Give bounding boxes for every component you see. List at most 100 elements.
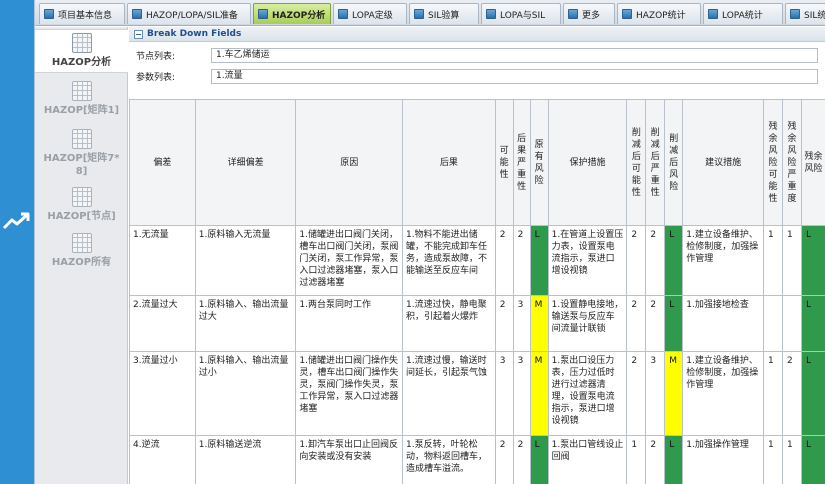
- fields-panel-header[interactable]: − Break Down Fields: [129, 27, 825, 42]
- tab-lopa-and-sil[interactable]: LOPA与SIL: [481, 3, 561, 24]
- param-label: 参数列表:: [136, 72, 176, 83]
- cell-reduced-severity[interactable]: 2: [645, 435, 666, 484]
- param-select[interactable]: 1.流量: [211, 68, 818, 84]
- cell-residual-likelihood[interactable]: 1: [763, 351, 783, 436]
- cell-severity[interactable]: 2: [512, 435, 531, 484]
- col-header-likelihood[interactable]: 可能性: [494, 99, 514, 226]
- table-row[interactable]: 3.流量过小 1.原料输入、输出流量过小 1.储罐进出口阀门操作失灵，槽车出口阀门操…: [129, 351, 825, 436]
- cell-residual-risk[interactable]: L: [800, 351, 825, 436]
- tab-more[interactable]: 更多: [563, 3, 615, 24]
- cell-residual-severity[interactable]: 1: [781, 225, 802, 296]
- tab-hazop-lopa-sil-prep[interactable]: HAZOP/LOPA/SIL准备: [127, 3, 251, 24]
- cell-reduced-likelihood[interactable]: 2: [626, 225, 647, 296]
- cell-residual-risk[interactable]: L: [800, 295, 825, 352]
- cell-residual-severity[interactable]: [781, 295, 802, 352]
- tab-project-info[interactable]: 项目基本信息: [39, 3, 125, 24]
- tab-sil-charts[interactable]: SIL统计图表: [785, 3, 825, 24]
- cell-reduced-risk[interactable]: L: [664, 295, 684, 352]
- cell-cause[interactable]: 1.储罐进出口阀门操作失灵，槽车出口阀门操作失灵，泵阀门操作失灵，泵工作异常，泵…: [295, 351, 404, 436]
- cell-severity[interactable]: 3: [512, 351, 531, 436]
- cell-recommendation[interactable]: 1.加强接地检查: [682, 295, 765, 352]
- table-row[interactable]: 4.逆流 1.原料输送逆流 1.卸汽车泵出口止回阀反向安装或没有安装 1.泵反转，叶轮…: [129, 435, 825, 484]
- collapse-icon[interactable]: −: [134, 29, 143, 39]
- cell-deviation[interactable]: 2.流量过大: [129, 295, 196, 352]
- tab-lopa-rating[interactable]: LOPA定级: [333, 3, 407, 24]
- cell-risk[interactable]: M: [529, 351, 549, 436]
- table-row[interactable]: 2.流量过大 1.原料输入、输出流量过大 1.两台泵同时工作 1.流速过快，静电聚积，…: [129, 295, 825, 352]
- cell-consequence[interactable]: 1.流速过慢，输送时间延长，引起泵气蚀: [402, 351, 496, 436]
- sidebar-item-hazop-analysis[interactable]: HAZOP分析: [35, 29, 128, 73]
- cell-residual-risk[interactable]: L: [800, 225, 825, 296]
- cell-likelihood[interactable]: 2: [494, 295, 514, 352]
- cell-reduced-risk[interactable]: L: [664, 225, 684, 296]
- col-header-reduced-severity[interactable]: 削减后严重性: [645, 99, 666, 226]
- cell-cause[interactable]: 1.两台泵同时工作: [295, 295, 404, 352]
- col-header-residual-severity[interactable]: 残余风险严重度: [781, 99, 802, 226]
- cell-risk[interactable]: M: [529, 295, 549, 352]
- col-header-risk[interactable]: 原有风险: [529, 99, 549, 226]
- cell-detail[interactable]: 1.原料输入、输出流量过大: [194, 295, 297, 352]
- tab-sil-verify[interactable]: SIL验算: [409, 3, 479, 24]
- col-header-reduced-likelihood[interactable]: 削减后可能性: [626, 99, 647, 226]
- cell-risk[interactable]: L: [529, 225, 549, 296]
- cell-detail[interactable]: 1.原料输入无流量: [194, 225, 297, 296]
- cell-protection[interactable]: 1.在管道上设置压力表，设置泵电流指示，泵进口增设视镜: [547, 225, 628, 296]
- cell-likelihood[interactable]: 2: [494, 435, 514, 484]
- col-header-consequence[interactable]: 后果: [402, 99, 496, 226]
- cell-protection[interactable]: 1.泵出口管线设止回阀: [547, 435, 628, 484]
- cell-reduced-risk[interactable]: L: [664, 435, 684, 484]
- table-row[interactable]: 1.无流量 1.原料输入无流量 1.储罐进出口阀门关闭，槽车出口阀门关闭，泵阀门关闭…: [129, 225, 825, 296]
- cell-likelihood[interactable]: 3: [494, 351, 514, 436]
- cell-reduced-severity[interactable]: 2: [645, 225, 666, 296]
- col-header-recommendation[interactable]: 建议措施: [682, 99, 765, 226]
- cell-reduced-severity[interactable]: 3: [645, 351, 666, 436]
- col-header-severity[interactable]: 后果严重性: [512, 99, 531, 226]
- cell-reduced-severity[interactable]: 2: [645, 295, 666, 352]
- cell-residual-likelihood[interactable]: 1: [763, 435, 783, 484]
- col-header-protection[interactable]: 保护措施: [547, 99, 628, 226]
- cell-consequence[interactable]: 1.流速过快，静电聚积，引起着火爆炸: [402, 295, 496, 352]
- col-header-detail[interactable]: 详细偏差: [194, 99, 297, 226]
- cell-residual-likelihood[interactable]: [763, 295, 783, 352]
- cell-protection[interactable]: 1.泵出口设压力表，压力过低时进行过滤器清理，设置泵电流指示，泵进口增设视镜: [547, 351, 628, 436]
- cell-reduced-likelihood[interactable]: 2: [626, 351, 647, 436]
- cell-detail[interactable]: 1.原料输入、输出流量过小: [194, 351, 297, 436]
- sidebar-item-hazop-node[interactable]: HAZOP[节点]: [35, 185, 128, 225]
- cell-recommendation[interactable]: 1.加强操作管理: [682, 435, 765, 484]
- cell-reduced-likelihood[interactable]: 2: [626, 295, 647, 352]
- col-header-residual-likelihood[interactable]: 残余风险可能性: [763, 99, 783, 226]
- cell-protection[interactable]: 1.设置静电接地，输送泵与反应车间流量计联锁: [547, 295, 628, 352]
- cell-consequence[interactable]: 1.物料不能进出储罐，不能完成卸车任务，造成泵故障，不能输送至反应车间: [402, 225, 496, 296]
- cell-cause[interactable]: 1.储罐进出口阀门关闭，槽车出口阀门关闭，泵阀门关闭，泵工作异常，泵入口过滤器堵…: [295, 225, 404, 296]
- cell-cause[interactable]: 1.卸汽车泵出口止回阀反向安装或没有安装: [295, 435, 404, 484]
- cell-deviation[interactable]: 1.无流量: [129, 225, 196, 296]
- cell-residual-severity[interactable]: 2: [781, 351, 802, 436]
- cell-consequence[interactable]: 1.泵反转，叶轮松动，物料返回槽车，造成槽车溢流。: [402, 435, 496, 484]
- col-header-cause[interactable]: 原因: [295, 99, 404, 226]
- cell-detail[interactable]: 1.原料输送逆流: [194, 435, 297, 484]
- cell-severity[interactable]: 3: [512, 295, 531, 352]
- cell-residual-likelihood[interactable]: 1: [763, 225, 783, 296]
- sidebar-item-hazop-matrix1[interactable]: HAZOP[矩阵1]: [35, 79, 128, 119]
- grid-icon: [71, 187, 92, 207]
- cell-recommendation[interactable]: 1.建立设备维护、检修制度，加强操作管理: [682, 225, 765, 296]
- tab-hazop-stats[interactable]: HAZOP统计: [617, 3, 701, 24]
- cell-deviation[interactable]: 4.逆流: [129, 435, 196, 484]
- cell-likelihood[interactable]: 2: [494, 225, 514, 296]
- col-header-deviation[interactable]: 偏差: [129, 99, 196, 226]
- col-header-reduced-risk[interactable]: 削减后风险: [664, 99, 684, 226]
- cell-risk[interactable]: L: [529, 435, 549, 484]
- tab-lopa-stats[interactable]: LOPA统计: [703, 3, 783, 24]
- cell-residual-severity[interactable]: 1: [781, 435, 802, 484]
- col-header-residual-risk[interactable]: 残余风险: [800, 99, 825, 226]
- node-select[interactable]: 1.车乙烯储运: [211, 47, 818, 63]
- cell-recommendation[interactable]: 1.建立设备维护、检修制度，加强操作管理: [682, 351, 765, 436]
- cell-deviation[interactable]: 3.流量过小: [129, 351, 196, 436]
- cell-reduced-likelihood[interactable]: 1: [626, 435, 647, 484]
- sidebar-item-hazop-matrix78[interactable]: HAZOP[矩阵7*8]: [35, 127, 128, 179]
- cell-severity[interactable]: 2: [512, 225, 531, 296]
- cell-reduced-risk[interactable]: M: [664, 351, 684, 436]
- tab-hazop-analysis[interactable]: HAZOP分析: [253, 3, 331, 24]
- sidebar-item-hazop-all[interactable]: HAZOP所有: [35, 231, 128, 271]
- cell-residual-risk[interactable]: L: [800, 435, 825, 484]
